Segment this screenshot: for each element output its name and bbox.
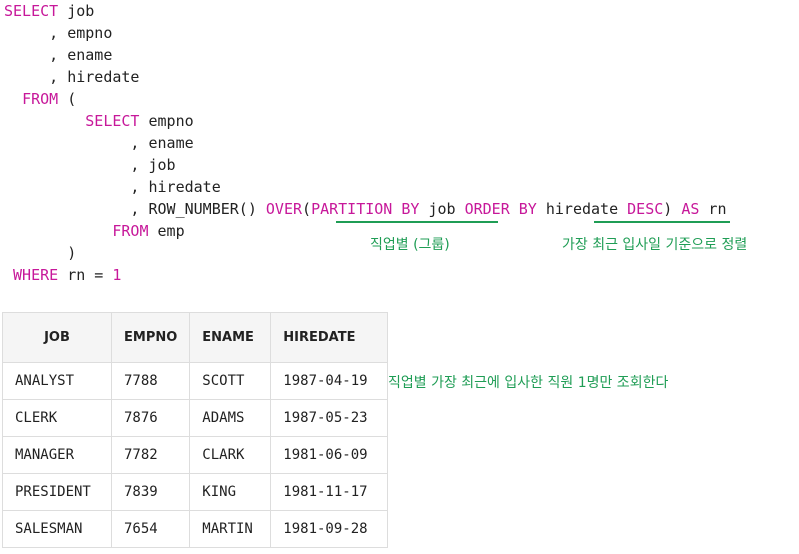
cell-hiredate: 1981-09-28	[270, 510, 389, 548]
column-header-empno: EMPNO	[110, 312, 191, 363]
keyword-partition-by: PARTITION BY	[311, 200, 420, 218]
keyword-from: FROM	[22, 90, 59, 108]
cell-hiredate: 1987-05-23	[270, 399, 389, 437]
keyword-from: FROM	[112, 222, 149, 240]
code-line-1: SELECT job	[4, 0, 727, 22]
cell-ename: CLARK	[189, 436, 272, 474]
code-line-10: , ROW_NUMBER() OVER(PARTITION BY job ORD…	[4, 198, 727, 220]
code-indent: ,	[4, 200, 149, 218]
cell-job: MANAGER	[2, 436, 112, 474]
code-text: emp	[148, 222, 185, 240]
order-underline	[594, 221, 730, 223]
code-line-4: , hiredate	[4, 68, 140, 86]
column-header-ename: ENAME	[189, 312, 272, 363]
code-line-8: , job	[4, 156, 176, 174]
cell-hiredate: 1987-04-19	[270, 362, 389, 400]
keyword-as: AS	[681, 200, 700, 218]
keyword-desc: DESC	[627, 200, 664, 218]
paren-open: (	[302, 200, 312, 218]
code-text: (	[58, 90, 77, 108]
cell-ename: KING	[189, 473, 272, 511]
table-row: ANALYST 7788 SCOTT 1987-04-19	[2, 362, 389, 400]
table-row: MANAGER 7782 CLARK 1981-06-09	[2, 436, 389, 474]
cell-ename: SCOTT	[189, 362, 272, 400]
cell-job: CLERK	[2, 399, 112, 437]
cell-hiredate: 1981-06-09	[270, 436, 389, 474]
table-row: PRESIDENT 7839 KING 1981-11-17	[2, 473, 389, 511]
order-annotation: 가장 최근 입사일 기준으로 정렬	[562, 237, 748, 253]
code-line-7: , ename	[4, 134, 194, 152]
code-text: rn =	[58, 266, 113, 284]
table-row: SALESMAN 7654 MARTIN 1981-09-28	[2, 510, 389, 548]
paren-close: )	[663, 200, 673, 218]
cell-ename: ADAMS	[189, 399, 272, 437]
table-row: CLERK 7876 ADAMS 1987-05-23	[2, 399, 389, 437]
table-header-row: JOB EMPNO ENAME HIREDATE	[2, 312, 389, 363]
row-annotation: 직업별 가장 최근에 입사한 직원 1명만 조회한다	[388, 375, 669, 391]
column-header-job: JOB	[2, 312, 112, 363]
cell-empno: 7839	[110, 473, 191, 511]
code-line-5: FROM (	[4, 88, 727, 110]
partition-underline	[336, 221, 498, 223]
cell-ename: MARTIN	[189, 510, 272, 548]
function-row-number: ROW_NUMBER()	[148, 200, 266, 218]
partition-column: job	[428, 200, 456, 218]
keyword-where: WHERE	[13, 266, 59, 284]
cell-job: PRESIDENT	[2, 473, 112, 511]
cell-job: SALESMAN	[2, 510, 112, 548]
code-line-9: , hiredate	[4, 178, 221, 196]
cell-empno: 7782	[110, 436, 191, 474]
keyword-select: SELECT	[85, 112, 140, 130]
cell-hiredate: 1981-11-17	[270, 473, 389, 511]
cell-empno: 7788	[110, 362, 191, 400]
alias-rn: rn	[699, 200, 727, 218]
keyword-select: SELECT	[4, 2, 59, 20]
keyword-over: OVER	[265, 200, 303, 218]
code-line-3: , ename	[4, 46, 113, 64]
result-table: JOB EMPNO ENAME HIREDATE ANALYST 7788 SC…	[2, 312, 389, 548]
code-line-6: SELECT empno	[4, 110, 727, 132]
cell-empno: 7876	[110, 399, 191, 437]
partition-annotation: 직업별 (그룹)	[370, 237, 450, 253]
code-text: job	[58, 2, 95, 20]
order-column: hiredate	[545, 200, 619, 218]
cell-job: ANALYST	[2, 362, 112, 400]
code-text: empno	[139, 112, 194, 130]
column-header-hiredate: HIREDATE	[270, 312, 389, 363]
code-line-13: WHERE rn = 1	[4, 264, 727, 286]
keyword-order-by: ORDER BY	[464, 200, 537, 218]
number-literal: 1	[112, 266, 122, 284]
code-line-2: , empno	[4, 24, 113, 42]
cell-empno: 7654	[110, 510, 191, 548]
